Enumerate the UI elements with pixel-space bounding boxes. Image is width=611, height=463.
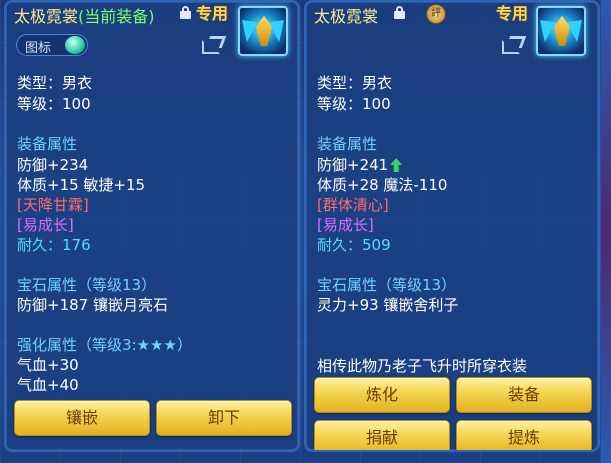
item-title: 太极霓裳(当前装备) <box>14 3 155 27</box>
stats-line: 体质+15 敏捷+15 <box>17 176 146 194</box>
special-skill: [群体清心] <box>317 196 389 214</box>
special-skill: [天降甘霖] <box>17 196 89 214</box>
equipped-tag: (当前装备) <box>78 7 155 26</box>
donate-button[interactable]: 捐献 <box>314 420 450 450</box>
enhance-attr-header: 强化属性（等级3:★★★） <box>17 336 192 354</box>
seal-icon: 評 <box>426 4 446 24</box>
background-edge-strip <box>601 0 611 463</box>
enhance-line-1: 气血+30 <box>17 356 79 374</box>
equip-attr-header: 装备属性 <box>17 135 78 153</box>
stats-line: 体质+28 魔法-110 <box>317 176 448 194</box>
inlay-button[interactable]: 镶嵌 <box>14 400 150 436</box>
gem-attr-line: 防御+187 镶嵌月亮石 <box>17 296 168 314</box>
lock-icon[interactable] <box>180 6 191 19</box>
gem-attr-header: 宝石属性（等级13） <box>17 276 157 294</box>
extract-button[interactable]: 提炼 <box>456 420 592 450</box>
equip-button[interactable]: 装备 <box>456 377 592 413</box>
item-title: 太极霓裳 <box>314 3 378 27</box>
durability-line: 耐久：509 <box>317 236 391 254</box>
gem-attr-header: 宝石属性（等级13） <box>317 276 457 294</box>
equipped-item-panel: 太极霓裳(当前装备) 专用 图标 类型：男衣 等级：100 装备属性 防御+23… <box>4 0 300 452</box>
level-line: 等级：100 <box>17 95 91 113</box>
type-line: 类型：男衣 <box>17 74 93 92</box>
defense-value: 防御+241 <box>317 156 389 174</box>
special-effect: [易成长] <box>17 216 74 234</box>
share-icon[interactable] <box>502 36 527 54</box>
item-icon <box>238 6 288 56</box>
equip-attr-header: 装备属性 <box>317 135 378 153</box>
refine-button[interactable]: 炼化 <box>314 377 450 413</box>
inventory-item-panel: 太极霓裳 評 专用 类型：男衣 等级：100 装备属性 防御+241 体质+28… <box>304 0 600 452</box>
item-name: 太极霓裳 <box>14 7 79 26</box>
share-icon[interactable] <box>202 36 227 54</box>
item-name: 太极霓裳 <box>314 7 379 26</box>
unequip-button[interactable]: 卸下 <box>156 400 292 436</box>
durability-line: 耐久：176 <box>17 236 91 254</box>
defense-line: 防御+241 <box>317 154 403 175</box>
enhance-line-2: 气血+40 <box>17 376 79 394</box>
icon-toggle-label: 图标 <box>25 41 52 56</box>
special-effect: [易成长] <box>317 216 374 234</box>
type-line: 类型：男衣 <box>317 74 393 92</box>
item-description: 相传此物乃老子飞升时所穿衣装 <box>317 357 528 375</box>
gem-attr-line: 灵力+93 镶嵌舍利子 <box>317 296 459 314</box>
item-icon <box>536 6 586 56</box>
defense-line: 防御+234 <box>17 156 89 174</box>
toggle-icon <box>65 36 85 54</box>
up-arrow-icon <box>390 158 403 172</box>
lock-icon[interactable] <box>394 6 405 19</box>
exclusive-label: 专用 <box>496 4 529 23</box>
exclusive-label: 专用 <box>196 4 229 23</box>
icon-toggle[interactable]: 图标 <box>16 34 88 56</box>
level-line: 等级：100 <box>317 95 391 113</box>
